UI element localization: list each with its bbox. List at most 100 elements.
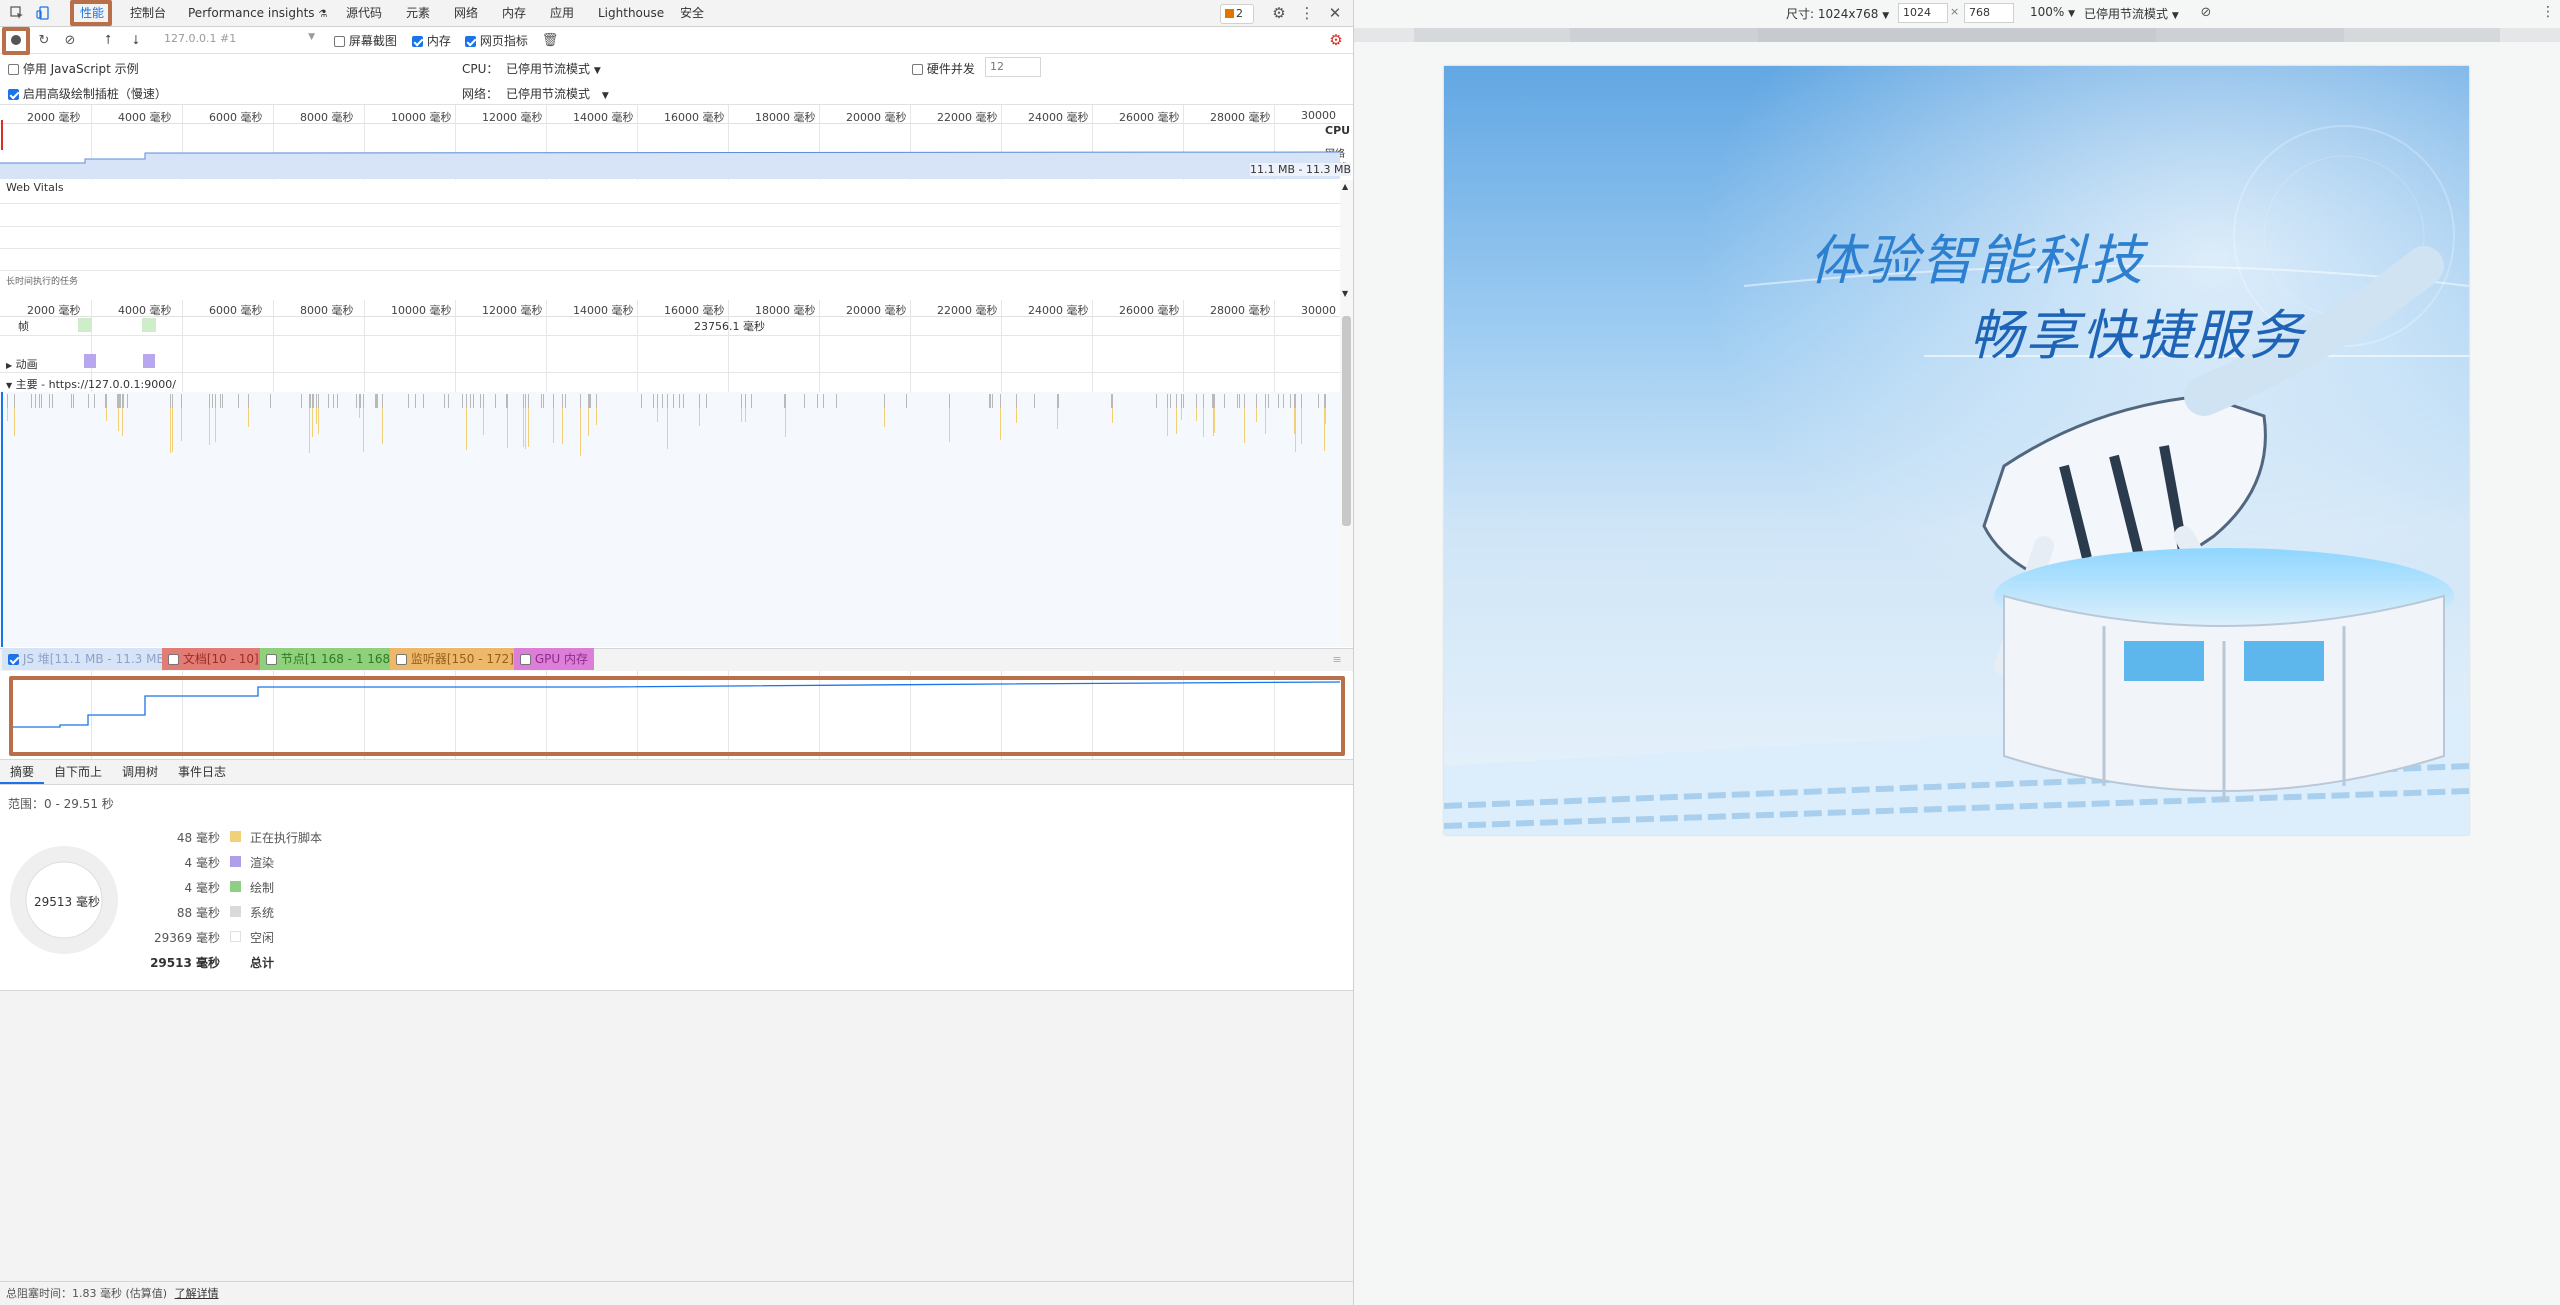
counter-gpu-memory-checkbox[interactable] — [520, 654, 531, 665]
cpu-throttle-select[interactable]: 已停用节流模式 ▼ — [506, 60, 601, 77]
animation-track[interactable]: ▶ 动画 — [6, 356, 38, 372]
animation-block[interactable] — [84, 354, 96, 368]
device-more-options-icon[interactable]: ⋮ — [2540, 4, 2556, 20]
script-task — [1324, 408, 1325, 451]
reload-record-icon[interactable]: ↻ — [36, 32, 52, 48]
web-vitals-checkbox[interactable] — [465, 36, 476, 47]
counter-listeners-checkbox[interactable] — [396, 654, 407, 665]
close-devtools-icon[interactable]: ✕ — [1326, 4, 1344, 22]
script-task — [884, 408, 885, 427]
learn-more-link[interactable]: 了解详情 — [175, 1287, 219, 1300]
counter-documents[interactable]: 文档[10 - 10] — [162, 648, 265, 670]
resize-handle-icon[interactable]: ≡ — [1330, 652, 1344, 666]
emulated-viewport[interactable]: 体验智能科技 畅享快捷服务 — [1444, 66, 2469, 835]
counter-gpu-memory[interactable]: GPU 内存 — [514, 648, 594, 670]
zoom-select[interactable]: 100% ▼ — [2030, 5, 2075, 19]
download-profile-icon[interactable]: ⭣ — [128, 32, 144, 48]
timeline-overview[interactable]: 2000 毫秒 4000 毫秒 6000 毫秒 8000 毫秒 10000 毫秒 1200… — [0, 105, 1353, 180]
capture-settings-gear-icon[interactable]: ⚙ — [1328, 31, 1344, 49]
screenshots-checkbox[interactable] — [334, 36, 345, 47]
web-vitals-scrollbar[interactable]: ▲ ▼ — [1340, 180, 1353, 300]
upload-profile-icon[interactable]: ⭡ — [100, 32, 116, 48]
rotate-disabled-icon[interactable]: ⊘ — [2198, 4, 2214, 20]
script-task — [699, 408, 700, 426]
task-tick — [673, 394, 674, 408]
tab-event-log[interactable]: 事件日志 — [168, 760, 236, 784]
zoom-value: 100% — [2030, 5, 2065, 19]
advanced-paint-checkbox[interactable] — [8, 89, 19, 100]
status-bar: 总阻塞时间：1.83 毫秒 (估算值) 了解详情 — [0, 1281, 1353, 1305]
width-input[interactable]: 1024 — [1898, 3, 1948, 23]
tab-memory[interactable]: 内存 — [498, 4, 530, 22]
cpu-throttle-label: CPU： — [462, 62, 499, 76]
tab-sources[interactable]: 源代码 — [342, 4, 386, 22]
script-task — [483, 408, 484, 435]
tab-security[interactable]: 安全 — [676, 4, 708, 22]
hw-concurrency-input[interactable]: 12 — [985, 57, 1041, 77]
tab-application[interactable]: 应用 — [546, 4, 578, 22]
task-tick — [1237, 394, 1238, 408]
tab-performance-insights[interactable]: Performance insights ⚗ — [184, 4, 331, 22]
tab-lighthouse[interactable]: Lighthouse — [594, 4, 668, 22]
hw-concurrency-label: 硬件并发 — [926, 62, 975, 76]
media-query-bar[interactable] — [1354, 28, 2560, 42]
network-throttle-select[interactable]: 已停用节流模式 ▼ — [506, 85, 609, 102]
advanced-paint-option[interactable]: 启用高级绘制插桩（慢速） — [8, 85, 167, 102]
script-task — [1196, 408, 1197, 421]
flame-scroll-thumb[interactable] — [1342, 316, 1351, 526]
counter-graph[interactable] — [0, 671, 1353, 759]
counter-nodes-checkbox[interactable] — [266, 654, 277, 665]
chevron-down-icon: ▼ — [601, 91, 609, 101]
device-throttle-select[interactable]: 已停用节流模式 ▼ — [2084, 5, 2179, 22]
disable-js-samples-checkbox[interactable] — [8, 64, 19, 75]
task-tick — [172, 394, 173, 408]
task-tick — [989, 394, 990, 408]
advanced-paint-label: 启用高级绘制插桩（慢速） — [22, 87, 167, 101]
screenshots-option[interactable]: 屏幕截图 — [334, 32, 397, 49]
counter-js-heap-checkbox[interactable] — [8, 654, 19, 665]
task-tick — [1203, 394, 1204, 408]
counter-js-heap[interactable]: JS 堆[11.1 MB - 11.3 MB] — [2, 648, 176, 670]
tab-summary[interactable]: 摘要 — [0, 760, 45, 784]
trash-icon[interactable]: 🗑 — [542, 32, 559, 48]
system-swatch — [230, 906, 241, 917]
tab-call-tree[interactable]: 调用树 — [112, 760, 168, 784]
tab-console[interactable]: 控制台 — [126, 4, 170, 22]
memory-checkbox[interactable] — [412, 36, 423, 47]
hw-concurrency-checkbox[interactable] — [912, 64, 923, 75]
web-vitals-title: Web Vitals — [6, 181, 64, 194]
memory-option[interactable]: 内存 — [412, 32, 451, 49]
flame-scrollbar[interactable] — [1340, 300, 1353, 647]
task-tick — [448, 394, 449, 408]
task-tick — [328, 394, 329, 408]
settings-gear-icon[interactable]: ⚙ — [1270, 4, 1288, 22]
tab-bottom-up[interactable]: 自下而上 — [44, 760, 112, 784]
more-options-icon[interactable]: ⋮ — [1298, 4, 1316, 22]
dimensions-select[interactable]: 尺寸: 1024x768 ▼ — [1786, 5, 1889, 22]
task-tick — [238, 394, 239, 408]
counter-nodes[interactable]: 节点[1 168 - 1 168] — [260, 648, 401, 670]
flame-chart[interactable]: 2000 毫秒 4000 毫秒 6000 毫秒 8000 毫秒 10000 毫秒 1200… — [0, 300, 1353, 647]
animation-block[interactable] — [143, 354, 155, 368]
hw-concurrency-option[interactable]: 硬件并发 — [912, 60, 975, 77]
clear-icon[interactable]: ⊘ — [62, 32, 78, 48]
frame-block[interactable] — [142, 318, 156, 332]
task-tick — [415, 394, 416, 408]
web-vitals-option[interactable]: 网页指标 — [465, 32, 528, 49]
issues-badge[interactable]: 2 — [1220, 4, 1254, 24]
task-tick — [741, 394, 742, 408]
counter-documents-checkbox[interactable] — [168, 654, 179, 665]
task-tick — [906, 394, 907, 408]
frame-block[interactable] — [78, 318, 92, 332]
long-tasks-label: 长时间执行的任务 — [6, 277, 79, 287]
counter-listeners[interactable]: 监听器[150 - 172] — [390, 648, 520, 670]
tab-elements[interactable]: 元素 — [402, 4, 434, 22]
recording-select[interactable]: 127.0.0.1 #1 ▼ — [164, 32, 319, 48]
device-toolbar-icon[interactable] — [34, 4, 52, 22]
height-input[interactable]: 768 — [1964, 3, 2014, 23]
tab-network[interactable]: 网络 — [450, 4, 482, 22]
task-tick — [312, 394, 313, 408]
inspect-element-icon[interactable] — [8, 4, 26, 22]
main-thread-track[interactable]: ▼ 主要 - https://127.0.0.1:9000/ — [6, 376, 176, 392]
disable-js-samples-option[interactable]: 停用 JavaScript 示例 — [8, 60, 139, 77]
